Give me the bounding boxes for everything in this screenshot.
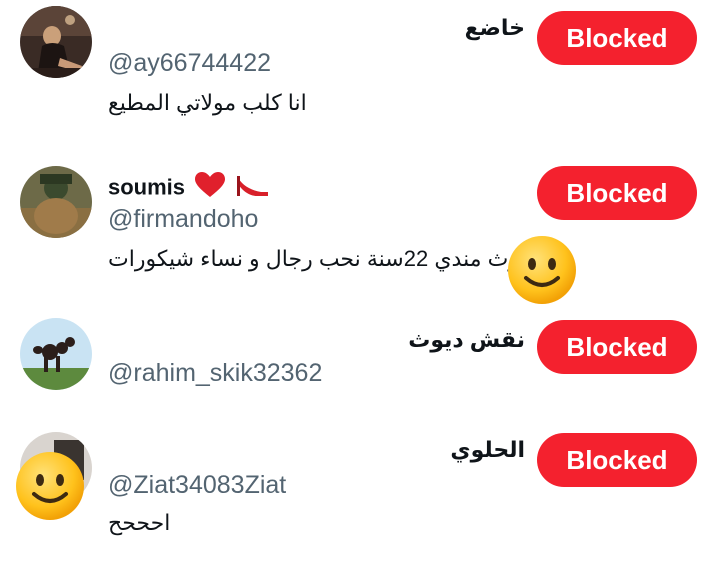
user-display-name[interactable]: soumis — [108, 172, 269, 205]
user-handle[interactable]: @rahim_skik32362 — [108, 358, 322, 388]
user-handle[interactable]: @ay66744422 — [108, 48, 271, 78]
avatar[interactable] — [20, 318, 92, 390]
user-display-name[interactable]: نقش ديوث — [408, 326, 525, 354]
user-display-name[interactable]: خاضع — [465, 14, 525, 42]
avatar[interactable] — [20, 6, 92, 78]
avatar[interactable] — [20, 166, 92, 238]
heart-icon — [195, 172, 226, 205]
blocked-button[interactable]: Blocked — [537, 433, 697, 487]
smiley-face-emoji — [506, 234, 578, 306]
user-display-name[interactable]: الحلوي — [450, 436, 525, 464]
user-handle[interactable]: @firmandoho — [108, 204, 258, 234]
user-bio: انا كلب مولاتي المطيع — [108, 90, 307, 115]
user-bio: احححح — [108, 510, 171, 535]
display-name-text: soumis — [108, 174, 186, 200]
user-row[interactable]: نقش ديوث @rahim_skik32362 Blocked — [0, 300, 713, 420]
blocked-button[interactable]: Blocked — [537, 166, 697, 220]
blocked-button[interactable]: Blocked — [537, 11, 697, 65]
user-row[interactable]: soumis @firmandoho ديوث مندي 22سنة نحب ر… — [0, 150, 713, 300]
user-row[interactable]: الحلوي @Ziat34083Ziat احححح Blocked — [0, 420, 713, 560]
high-heel-icon — [235, 172, 269, 205]
user-handle[interactable]: @Ziat34083Ziat — [108, 470, 286, 500]
user-row[interactable]: خاضع @ay66744422 انا كلب مولاتي المطيع B… — [0, 0, 713, 140]
smiley-face-emoji — [14, 450, 86, 522]
blocked-button[interactable]: Blocked — [537, 320, 697, 374]
